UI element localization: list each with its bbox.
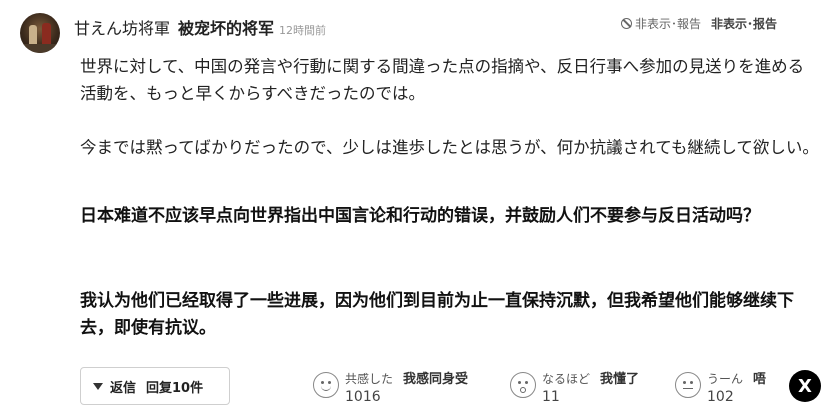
reply-label: 返信	[110, 380, 137, 396]
reaction-empathy[interactable]: 共感した 我感同身受 1016	[313, 368, 468, 405]
report-translation: 非表示･报告	[711, 17, 778, 31]
username[interactable]: 甘えん坊将軍	[74, 15, 170, 39]
username-translation: 被宠坏的将军	[178, 19, 275, 38]
triangle-down-icon	[93, 382, 103, 390]
timestamp: 12時間前	[279, 24, 327, 37]
reply-translation: 回复10件	[146, 380, 204, 396]
x-share-button[interactable]: X	[789, 370, 821, 402]
reaction-label: なるほど	[542, 372, 591, 386]
avatar[interactable]	[20, 13, 60, 53]
translation-paragraph-1: 日本难道不应该早点向世界指出中国言论和行动的错误，并鼓励人们不要参与反日活动吗？	[80, 206, 760, 226]
reaction-count: 1016	[345, 389, 381, 405]
smile-icon	[313, 372, 339, 398]
report-label: 非表示･報告	[635, 17, 702, 31]
report-button[interactable]: 非表示･報告 非表示･报告	[621, 15, 777, 32]
translation-paragraph-2: 我认为他们已经取得了一些进展，因为他们到目前为止一直保持沉默，但我希望他们能够继…	[80, 291, 794, 338]
reaction-count: 11	[542, 389, 560, 405]
reaction-count: 102	[707, 389, 734, 405]
reaction-uun[interactable]: うーん 唔 102	[675, 368, 766, 405]
comment-paragraph-1: 世界に対して、中国の発言や行動に関する間違った点の指摘や、反日行事へ参加の見送り…	[80, 57, 805, 103]
reaction-translation: 我懂了	[600, 372, 640, 387]
comment-header: 甘えん坊将軍 被宠坏的将军 12時間前	[74, 15, 327, 39]
reaction-label: うーん	[707, 372, 744, 386]
reaction-label: 共感した	[345, 372, 394, 386]
comment-paragraph-2: 今までは黙ってばかりだったので、少しは進歩したとは思うが、何か抗議されても継続し…	[80, 138, 819, 157]
reaction-translation: 我感同身受	[403, 372, 469, 387]
reaction-translation: 唔	[753, 372, 767, 387]
surprised-icon	[510, 372, 536, 398]
x-logo-icon: X	[798, 375, 812, 397]
reply-toggle-button[interactable]: 返信 回复10件	[80, 367, 230, 405]
thinking-icon	[675, 372, 701, 398]
ban-icon	[621, 18, 632, 29]
reaction-naruhodo[interactable]: なるほど 我懂了 11	[510, 368, 639, 405]
